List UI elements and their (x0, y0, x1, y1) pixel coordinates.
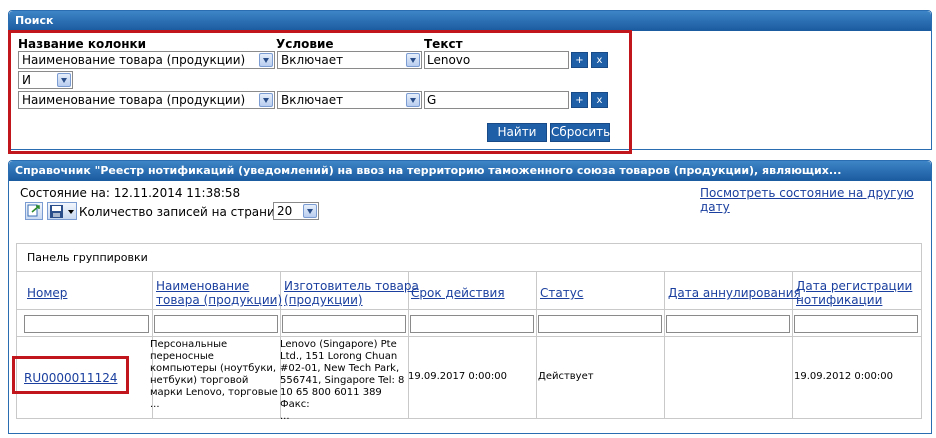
filter-reg[interactable] (794, 315, 918, 333)
records-per-page-label: Количество записей на странице (79, 205, 291, 219)
col-header-maker-line2[interactable]: (продукции) (284, 294, 363, 306)
col-header-name-line2[interactable]: товара (продукции) (156, 294, 282, 306)
record-highlight-frame (12, 356, 129, 394)
other-date-link[interactable]: Посмотреть состояние на другую дату (700, 186, 936, 214)
search-panel-title: Поиск (9, 11, 931, 31)
reference-panel-title: Справочник "Реестр нотификаций (уведомле… (9, 161, 931, 181)
record-name-line: нетбуки) торговой (150, 375, 249, 386)
col-divider (536, 272, 537, 419)
record-name-line: ... (150, 399, 160, 410)
record-name: Персональные переносные компьютеры (ноут… (150, 339, 280, 411)
record-name-line: Персональные (150, 339, 228, 350)
filter-name[interactable] (154, 315, 278, 333)
record-maker-line: #02-01, New Tech Park, (280, 363, 400, 374)
record-validity: 19.09.2017 0:00:00 (408, 371, 507, 382)
record-maker-line: ... (280, 411, 290, 422)
record-name-line: переносные (150, 351, 214, 362)
page-size-select[interactable]: 20 (273, 202, 319, 220)
col-header-number[interactable]: Номер (27, 287, 67, 299)
col-header-reg-line2[interactable]: нотификации (796, 294, 882, 306)
record-maker-line: 556741, Singapore Tel: 8 (280, 375, 405, 386)
group-panel: Панель группировки (17, 244, 921, 272)
col-header-validity[interactable]: Срок действия (411, 287, 505, 299)
filter-maker[interactable] (282, 315, 406, 333)
record-maker-line: Lenovo (Singapore) Pte (280, 339, 397, 350)
record-name-line: марки Lenovo, торговые (150, 387, 278, 398)
filter-annul[interactable] (666, 315, 790, 333)
record-status: Действует (538, 371, 594, 382)
record-maker-line: 10 65 800 6011 389 Факс: (280, 387, 382, 410)
col-header-reg-line1[interactable]: Дата регистрации (796, 280, 912, 292)
col-header-maker-line1[interactable]: Изготовитель товара (284, 280, 419, 292)
search-highlight-frame (8, 30, 632, 154)
save-menu-button[interactable] (47, 202, 77, 220)
record-name-line: компьютеры (ноутбуки, (150, 363, 277, 374)
export-icon[interactable] (25, 202, 43, 220)
col-header-status[interactable]: Статус (540, 287, 583, 299)
record-maker-line: Ltd., 151 Lorong Chuan (280, 351, 398, 362)
floppy-disk-icon (50, 205, 74, 218)
filter-status[interactable] (538, 315, 662, 333)
col-header-annul[interactable]: Дата аннулирования (668, 287, 801, 299)
col-divider (664, 272, 665, 419)
record-maker: Lenovo (Singapore) Pte Ltd., 151 Lorong … (280, 339, 408, 423)
filter-number[interactable] (24, 315, 149, 333)
record-reg: 19.09.2012 0:00:00 (794, 371, 893, 382)
filter-validity[interactable] (410, 315, 534, 333)
col-header-name-line1[interactable]: Наименование (156, 280, 249, 292)
chevron-down-icon (303, 204, 317, 218)
page-size-value: 20 (277, 204, 293, 218)
state-label: Состояние на: 12.11.2014 11:38:58 (20, 186, 241, 200)
col-divider (408, 272, 409, 419)
